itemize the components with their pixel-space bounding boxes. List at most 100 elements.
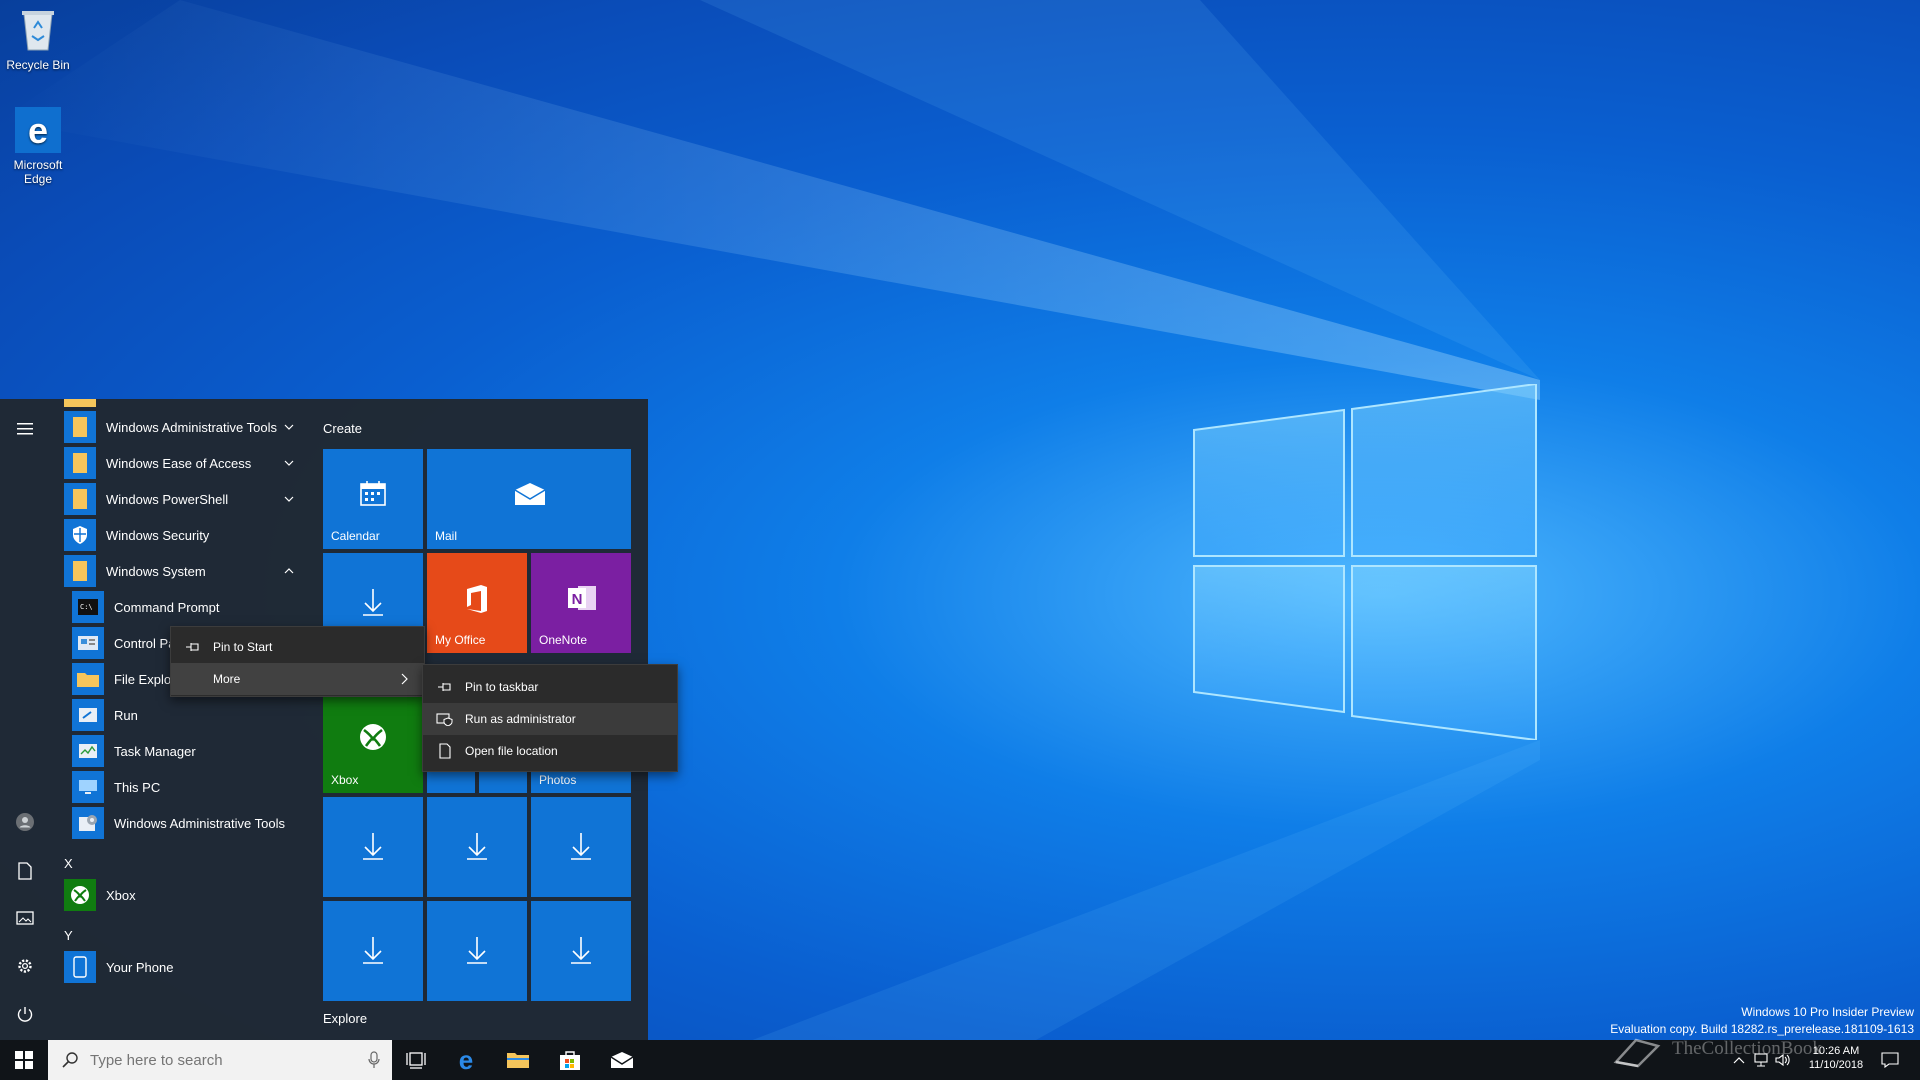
group-title-explore: Explore — [323, 1011, 368, 1026]
clock-date: 11/10/2018 — [1808, 1059, 1864, 1071]
hamburger-icon[interactable] — [13, 417, 37, 441]
menu-item-pin-to-start[interactable]: Pin to Start — [171, 631, 424, 663]
action-center-button[interactable] — [1876, 1040, 1904, 1080]
taskbar-file-explorer[interactable] — [492, 1040, 544, 1080]
download-icon — [567, 829, 595, 863]
app-run[interactable]: Run — [56, 697, 306, 733]
folder-icon — [64, 411, 96, 443]
chevron-down-icon[interactable] — [282, 492, 296, 506]
file-location-icon — [435, 741, 455, 761]
app-label: Windows Administrative Tools — [106, 419, 277, 435]
this-pc-icon — [72, 771, 104, 803]
calendar-icon — [357, 477, 389, 509]
folder-icon — [64, 447, 96, 479]
menu-item-more[interactable]: More — [171, 663, 424, 695]
tile-download-placeholder[interactable] — [323, 797, 423, 897]
tile-onenote[interactable]: N OneNote — [531, 553, 631, 653]
app-label: Windows Administrative Tools — [114, 815, 285, 831]
windows-start-icon — [15, 1051, 33, 1069]
xbox-icon — [357, 721, 389, 753]
tile-label: Mail — [435, 529, 458, 543]
tile-my-office[interactable]: My Office — [427, 553, 527, 653]
svg-text:e: e — [459, 1048, 473, 1072]
task-view-button[interactable] — [392, 1040, 440, 1080]
app-windows-ease-of-access-folder[interactable]: Windows Ease of Access — [56, 445, 306, 481]
app-label: This PC — [114, 779, 161, 795]
tile-download-placeholder[interactable] — [531, 797, 631, 897]
app-windows-powershell-folder[interactable]: Windows PowerShell — [56, 481, 306, 517]
file-explorer-icon — [507, 1053, 529, 1068]
download-icon — [463, 829, 491, 863]
mail-icon — [610, 1052, 634, 1068]
context-menu: Pin to Start More — [170, 626, 425, 697]
download-icon — [359, 585, 387, 619]
menu-item-run-as-administrator[interactable]: Run as administrator — [423, 703, 677, 735]
run-icon — [72, 699, 104, 731]
menu-item-open-file-location[interactable]: Open file location — [423, 735, 677, 767]
tile-download-placeholder[interactable] — [323, 901, 423, 1001]
app-windows-administrative-tools-folder[interactable]: Windows Administrative Tools — [56, 409, 306, 445]
tile-label: Calendar — [331, 529, 380, 543]
app-windows-system-folder[interactable]: Windows System — [56, 553, 306, 589]
tile-calendar[interactable]: Calendar — [323, 449, 423, 549]
taskbar-mail[interactable] — [596, 1040, 648, 1080]
taskbar-store[interactable] — [544, 1040, 596, 1080]
windows-logo-wallpaper — [1193, 384, 1537, 740]
download-icon — [359, 829, 387, 863]
app-windows-administrative-tools[interactable]: Windows Administrative Tools — [56, 805, 306, 841]
svg-text:C:\: C:\ — [80, 603, 93, 611]
admin-shield-icon — [435, 709, 455, 729]
control-panel-icon — [72, 627, 104, 659]
admin-tools-icon — [72, 807, 104, 839]
menu-item-label: Run as administrator — [465, 712, 576, 726]
letter-header-x[interactable]: X — [64, 856, 73, 871]
menu-item-pin-to-taskbar[interactable]: Pin to taskbar — [423, 671, 677, 703]
search-input[interactable] — [90, 1051, 350, 1069]
letter-header-y[interactable]: Y — [64, 928, 73, 943]
power-icon[interactable] — [13, 1002, 37, 1026]
app-your-phone[interactable]: Your Phone — [56, 949, 306, 985]
app-label: Control Pa — [114, 635, 176, 651]
desktop-icon-edge[interactable]: e Microsoft Edge — [0, 106, 76, 186]
app-windows-security[interactable]: Windows Security — [56, 517, 306, 553]
app-label: Xbox — [106, 887, 136, 903]
chevron-up-icon[interactable] — [282, 564, 296, 578]
download-icon — [567, 933, 595, 967]
start-rail — [0, 399, 50, 1040]
tile-mail[interactable]: Mail — [427, 449, 631, 549]
tile-download-placeholder[interactable] — [531, 901, 631, 1001]
app-label: Windows Ease of Access — [106, 455, 252, 471]
tile-xbox[interactable]: Xbox — [323, 695, 423, 793]
tile-label: OneNote — [539, 633, 588, 647]
edge-icon: e — [14, 106, 62, 154]
taskbar-search[interactable] — [48, 1040, 392, 1080]
microphone-icon[interactable] — [368, 1051, 380, 1069]
taskbar-edge[interactable]: e — [440, 1040, 492, 1080]
app-label: Command Prompt — [114, 599, 220, 615]
folder-icon — [64, 399, 96, 407]
tile-download-placeholder[interactable] — [427, 901, 527, 1001]
app-xbox[interactable]: Xbox — [56, 877, 306, 913]
search-icon — [62, 1052, 78, 1068]
app-command-prompt[interactable]: C:\ Command Prompt — [56, 589, 306, 625]
user-icon[interactable] — [13, 810, 37, 834]
store-icon — [560, 1051, 580, 1070]
app-list: Windows Administrative Tools Windows Eas… — [56, 399, 306, 1040]
documents-icon[interactable] — [13, 859, 37, 883]
app-label: Windows Security — [106, 527, 210, 543]
pictures-icon[interactable] — [13, 906, 37, 930]
notification-icon — [1881, 1052, 1899, 1068]
file-explorer-icon — [72, 663, 104, 695]
app-label: Run — [114, 707, 138, 723]
settings-icon[interactable] — [13, 954, 37, 978]
chevron-down-icon[interactable] — [282, 456, 296, 470]
tile-download-placeholder[interactable] — [427, 797, 527, 897]
desktop-icon-recycle-bin[interactable]: Recycle Bin — [0, 6, 76, 72]
menu-item-label: Open file location — [465, 744, 558, 758]
chevron-down-icon[interactable] — [282, 420, 296, 434]
menu-item-label: More — [213, 672, 241, 686]
app-task-manager[interactable]: Task Manager — [56, 733, 306, 769]
start-button[interactable] — [0, 1040, 48, 1080]
onenote-icon: N — [565, 581, 599, 615]
app-this-pc[interactable]: This PC — [56, 769, 306, 805]
